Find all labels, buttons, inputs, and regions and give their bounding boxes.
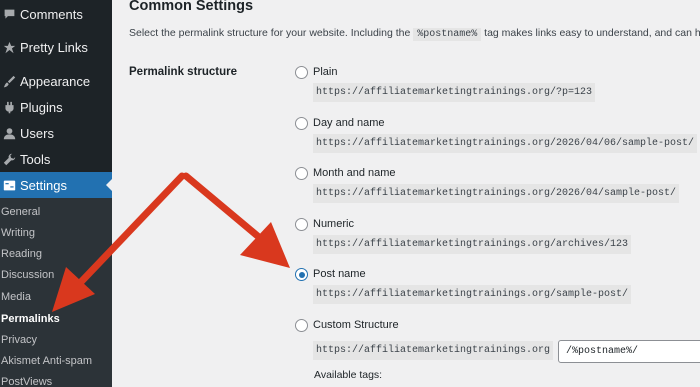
option-label-custom-structure[interactable]: Custom Structure [313,319,399,331]
star-icon [2,40,16,54]
radio-numeric[interactable] [295,218,308,231]
wrench-icon [2,152,16,166]
menu-label: Tools [20,151,51,167]
permalink-structure-label: Permalink structure [129,66,238,78]
user-icon [2,126,16,140]
option-label-post-name[interactable]: Post name [313,268,366,280]
url-custom-base: https://affiliatemarketingtrainings.org [313,341,554,360]
menu-item-users[interactable]: Users [0,120,112,146]
section-description: Select the permalink structure for your … [129,27,700,41]
custom-structure-input[interactable]: /%postname%/ [558,340,700,363]
available-tags-label: Available tags: [314,369,383,381]
plugin-icon [2,100,16,114]
description-text: Select the permalink structure for your … [129,27,411,39]
option-label-month-and-name[interactable]: Month and name [313,167,396,179]
submenu-item-postviews[interactable]: PostViews [0,372,112,387]
menu-item-plugins[interactable]: Plugins [0,94,112,120]
submenu-item-writing[interactable]: Writing [0,223,112,243]
section-title: Common Settings [129,0,254,14]
menu-label: Settings [20,177,67,193]
submenu-item-general[interactable]: General [0,202,112,222]
menu-item-pretty-links[interactable]: Pretty Links [0,34,112,60]
radio-plain[interactable] [295,66,308,79]
description-text-end: tag makes links easy to understand, and … [484,27,700,39]
menu-label: Appearance [20,73,91,89]
settings-submenu: General Writing Reading Discussion Media… [0,198,112,387]
url-day-and-name: https://affiliatemarketingtrainings.org/… [313,134,698,153]
submenu-item-discussion[interactable]: Discussion [0,265,112,285]
radio-post-name[interactable] [295,268,308,281]
menu-item-tools[interactable]: Tools [0,146,112,172]
menu-item-settings[interactable]: Settings [0,172,112,198]
url-post-name: https://affiliatemarketingtrainings.org/… [313,285,632,304]
submenu-item-privacy[interactable]: Privacy [0,330,112,350]
menu-item-appearance[interactable]: Appearance [0,68,112,94]
menu-label: Pretty Links [20,39,88,55]
option-label-plain[interactable]: Plain [313,66,337,78]
menu-item-comments[interactable]: Comments [0,1,112,27]
submenu-item-akismet[interactable]: Akismet Anti-spam [0,351,112,371]
radio-custom-structure[interactable] [295,319,308,332]
url-month-and-name: https://affiliatemarketingtrainings.org/… [313,184,680,203]
brush-icon [2,74,16,88]
settings-content: Common Settings Select the permalink str… [112,0,700,387]
submenu-item-media[interactable]: Media [0,287,112,307]
menu-label: Comments [20,6,83,22]
radio-month-and-name[interactable] [295,167,308,180]
settings-icon [2,178,16,192]
url-numeric: https://affiliatemarketingtrainings.org/… [313,235,632,254]
radio-day-and-name[interactable] [295,117,308,130]
option-label-day-and-name[interactable]: Day and name [313,117,385,129]
comments-icon [2,7,16,21]
menu-label: Plugins [20,99,63,115]
url-plain: https://affiliatemarketingtrainings.org/… [313,83,596,102]
submenu-item-reading[interactable]: Reading [0,244,112,264]
submenu-item-permalinks[interactable]: Permalinks [0,309,112,329]
menu-label: Users [20,125,54,141]
postname-tag: %postname% [413,28,482,41]
option-label-numeric[interactable]: Numeric [313,218,354,230]
admin-sidebar: Comments Pretty Links Appearance Plugins… [0,0,112,387]
